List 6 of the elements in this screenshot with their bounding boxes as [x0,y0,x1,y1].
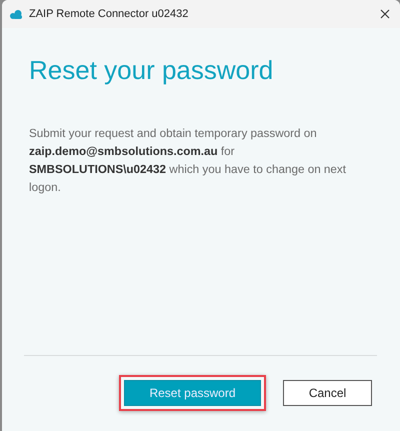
cloud-icon [9,10,23,18]
close-icon[interactable] [380,9,390,19]
instruction-text: Submit your request and obtain temporary password on zaip.demo@smbsolutions.com.au for SMBSOLUTIONS\u02432 which you have to change on next logon. [29,126,348,196]
window-title: ZAIP Remote Connector u02432 [29,8,190,20]
cancel-button[interactable]: Cancel [283,380,372,406]
dialog-heading: Reset your password [29,55,274,86]
